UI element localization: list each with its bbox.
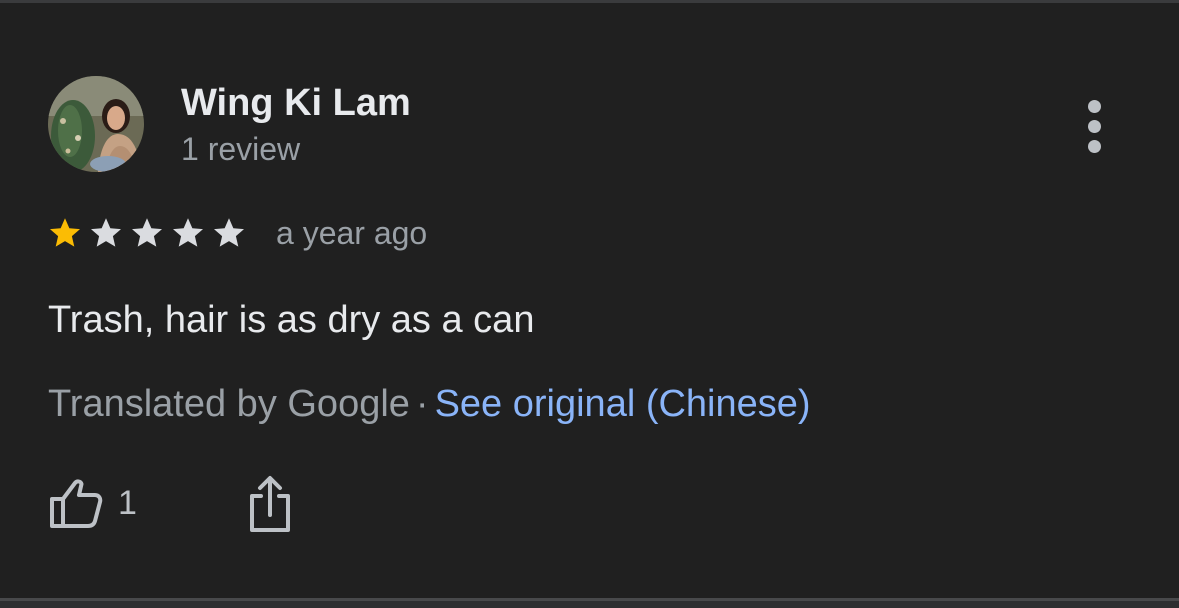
like-count: 1 xyxy=(118,484,137,522)
separator-dot: · xyxy=(415,383,429,425)
share-icon xyxy=(250,476,290,532)
star-empty-icon xyxy=(132,218,162,247)
more-options-button[interactable] xyxy=(1070,98,1120,158)
more-vert-icon xyxy=(1088,100,1101,113)
star-rating xyxy=(47,213,252,253)
more-vert-icon-dot xyxy=(1088,140,1101,153)
thumb-up-icon xyxy=(50,479,103,528)
star-empty-icon xyxy=(173,218,203,247)
translation-info: Translated by Google · See original (Chine… xyxy=(48,379,811,429)
author-review-count: 1 review xyxy=(181,131,301,167)
review-time: a year ago xyxy=(276,215,428,251)
avatar[interactable] xyxy=(48,76,144,172)
review-card: Wing Ki Lam 1 review a year ago Trash, h… xyxy=(0,3,1179,598)
star-filled-icon xyxy=(50,218,80,247)
avatar-photo xyxy=(48,76,144,172)
star-empty-icon xyxy=(91,218,121,247)
translated-by-label: Translated by Google xyxy=(48,383,410,425)
more-vert-icon-dot xyxy=(1088,120,1101,133)
share-button[interactable] xyxy=(240,473,300,535)
star-empty-icon xyxy=(214,218,244,247)
review-text: Trash, hair is as dry as a can xyxy=(48,299,535,341)
see-original-link[interactable]: See original (Chinese) xyxy=(435,383,811,425)
author-name[interactable]: Wing Ki Lam xyxy=(181,81,411,125)
bottom-divider xyxy=(0,598,1179,608)
like-button[interactable]: 1 xyxy=(48,473,137,533)
